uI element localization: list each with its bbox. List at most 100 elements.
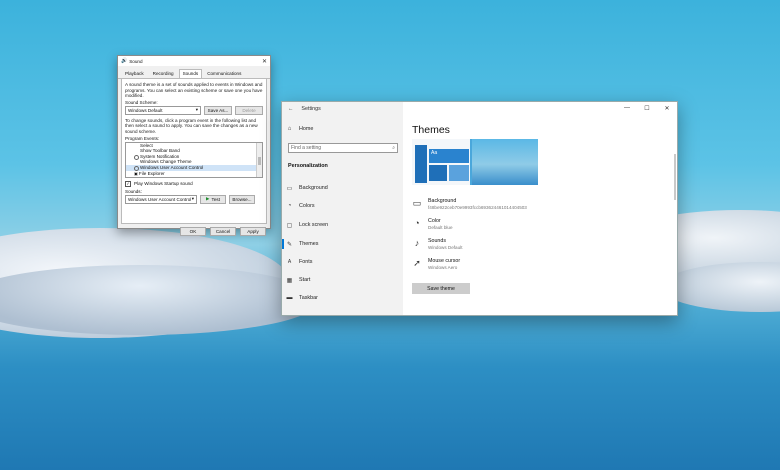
nav-label: Colors <box>299 203 315 209</box>
sidebar-item-colors[interactable]: ◔ Colors <box>286 203 315 209</box>
sidebar-item-start[interactable]: ▦ Start <box>286 277 311 284</box>
scheme-label: Sound Scheme: <box>125 99 158 105</box>
program-events-list[interactable]: Select Show Toolbar Band System Notifica… <box>125 141 263 178</box>
picture-icon: ▭ <box>286 185 293 192</box>
play-icon: ▶ <box>206 196 210 202</box>
tab-communications[interactable]: Communications <box>203 69 245 78</box>
back-arrow-icon[interactable]: ← <box>288 106 293 112</box>
preview-tile-small <box>429 165 447 181</box>
startup-sound-label: Play Windows Startup sound <box>134 181 193 187</box>
sounds-label: Sounds: <box>125 188 142 194</box>
apply-button[interactable]: Apply <box>240 227 266 236</box>
settings-window: ← Settings ⌂ Home Find a setting ⌕ Perso… <box>281 101 678 316</box>
nav-label: Lock screen <box>299 222 329 228</box>
search-placeholder: Find a setting <box>291 145 322 151</box>
chevron-down-icon: ▾ <box>195 107 198 113</box>
picture-icon: ▭ <box>412 198 422 208</box>
taskbar-icon: ▬ <box>286 295 293 301</box>
cursor-icon: ➚ <box>413 258 421 268</box>
sound-dialog: 🔊 Sound ✕ Playback Recording Sounds Comm… <box>117 55 271 236</box>
sidebar-item-themes[interactable]: ✎ Themes <box>286 241 319 248</box>
sidebar-item-taskbar[interactable]: ▬ Taskbar <box>286 295 318 301</box>
sound-title: Sound <box>129 58 143 64</box>
sidebar-item-background[interactable]: ▭ Background <box>286 185 328 192</box>
window-controls: — ☐ ✕ <box>617 102 677 114</box>
item-value: Windows Default <box>428 245 463 250</box>
preview-start-menu <box>415 145 427 183</box>
theme-item-background[interactable]: ▭ Background f48be922ceb70e9993fccb69362… <box>412 198 527 210</box>
change-text: To change sounds, click a program event … <box>125 117 258 134</box>
theme-item-mouse-cursor[interactable]: ➚ Mouse cursor Windows Aero <box>412 258 460 270</box>
chevron-down-icon: ▾ <box>191 196 194 202</box>
fonts-icon: A <box>287 259 292 265</box>
item-value: Default blue <box>428 225 453 230</box>
speaker-icon: ♪ <box>414 238 420 248</box>
sound-title-bar[interactable]: 🔊 Sound ✕ <box>118 56 270 66</box>
delete-button[interactable]: Delete <box>235 105 263 115</box>
nav-label: Fonts <box>299 259 313 265</box>
start-icon: ▦ <box>286 277 293 284</box>
window-title: Settings <box>301 106 321 112</box>
section-heading: Personalization <box>288 163 328 169</box>
dialog-buttons: OK Cancel Apply <box>118 224 270 239</box>
palette-icon: ◔ <box>287 203 292 209</box>
preview-tile: Aa <box>429 149 469 163</box>
settings-main: — ☐ ✕ Themes Aa ▭ Background f48be922ceb… <box>403 102 677 315</box>
nav-label: Start <box>299 277 311 283</box>
nav-label: Background <box>299 185 328 191</box>
preview-window: Aa <box>412 139 470 185</box>
home-label: Home <box>299 126 314 132</box>
preview-tile-text: Aa <box>431 150 438 156</box>
settings-sidebar: ← Settings ⌂ Home Find a setting ⌕ Perso… <box>282 102 403 315</box>
tab-playback[interactable]: Playback <box>121 69 148 78</box>
themes-icon: ✎ <box>286 241 293 248</box>
speaker-icon: 🔊 <box>121 58 128 64</box>
browse-button[interactable]: Browse... <box>229 194 255 204</box>
item-label: Mouse cursor <box>428 258 461 264</box>
close-icon[interactable]: ✕ <box>262 58 267 65</box>
search-icon: ⌕ <box>392 145 395 151</box>
page-title: Themes <box>412 124 450 136</box>
event-label: Windows User Account Control <box>140 164 204 170</box>
sidebar-item-home[interactable]: ⌂ Home <box>286 126 314 132</box>
events-label: Program Events: <box>125 135 160 141</box>
sounds-select[interactable]: Windows User Account Control ▾ <box>125 194 197 204</box>
tab-sounds[interactable]: Sounds <box>178 69 203 78</box>
save-as-button[interactable]: Save As... <box>204 105 232 115</box>
item-label: Background <box>428 198 457 204</box>
maximize-icon[interactable]: ☐ <box>637 102 657 114</box>
sound-tabs: Playback Recording Sounds Communications <box>118 66 270 79</box>
palette-icon: ◔ <box>414 218 420 228</box>
test-button[interactable]: ▶ Test <box>200 194 226 204</box>
sidebar-item-lock-screen[interactable]: ▢ Lock screen <box>286 222 329 229</box>
event-label: File Explorer <box>138 170 165 176</box>
tab-recording[interactable]: Recording <box>149 69 178 78</box>
sidebar-item-fonts[interactable]: A Fonts <box>286 259 313 265</box>
search-input[interactable]: Find a setting ⌕ <box>288 143 398 153</box>
theme-item-sounds[interactable]: ♪ Sounds Windows Default <box>412 238 463 250</box>
scheme-value: Windows Default <box>128 107 163 113</box>
ok-button[interactable]: OK <box>180 227 206 236</box>
sounds-value: Windows User Account Control <box>128 196 192 202</box>
cancel-button[interactable]: Cancel <box>210 227 236 236</box>
preview-tile-small <box>449 165 469 181</box>
scheme-select[interactable]: Windows Default ▾ <box>125 105 201 115</box>
theme-item-color[interactable]: ◔ Color Default blue <box>412 218 453 230</box>
intro-text: A sound theme is a set of sounds applied… <box>125 82 263 99</box>
settings-title-bar[interactable]: ← Settings <box>282 102 403 116</box>
theme-preview: Aa <box>412 139 538 185</box>
save-theme-button[interactable]: Save theme <box>412 283 470 294</box>
close-icon[interactable]: ✕ <box>657 102 677 114</box>
minimize-icon[interactable]: — <box>617 102 637 114</box>
events-scrollbar[interactable] <box>256 142 262 177</box>
test-label: Test <box>211 196 220 202</box>
event-label: Select <box>140 142 153 148</box>
scrollbar-thumb[interactable] <box>258 156 261 165</box>
startup-sound-checkbox[interactable]: ✓ <box>125 180 131 187</box>
list-item[interactable]: ▣ File Explorer <box>126 171 262 177</box>
event-label: Windows Change Theme <box>140 159 192 165</box>
item-label: Color <box>428 218 441 224</box>
home-icon: ⌂ <box>287 126 292 132</box>
item-label: Sounds <box>428 238 446 244</box>
content-scrollbar[interactable] <box>674 154 676 200</box>
